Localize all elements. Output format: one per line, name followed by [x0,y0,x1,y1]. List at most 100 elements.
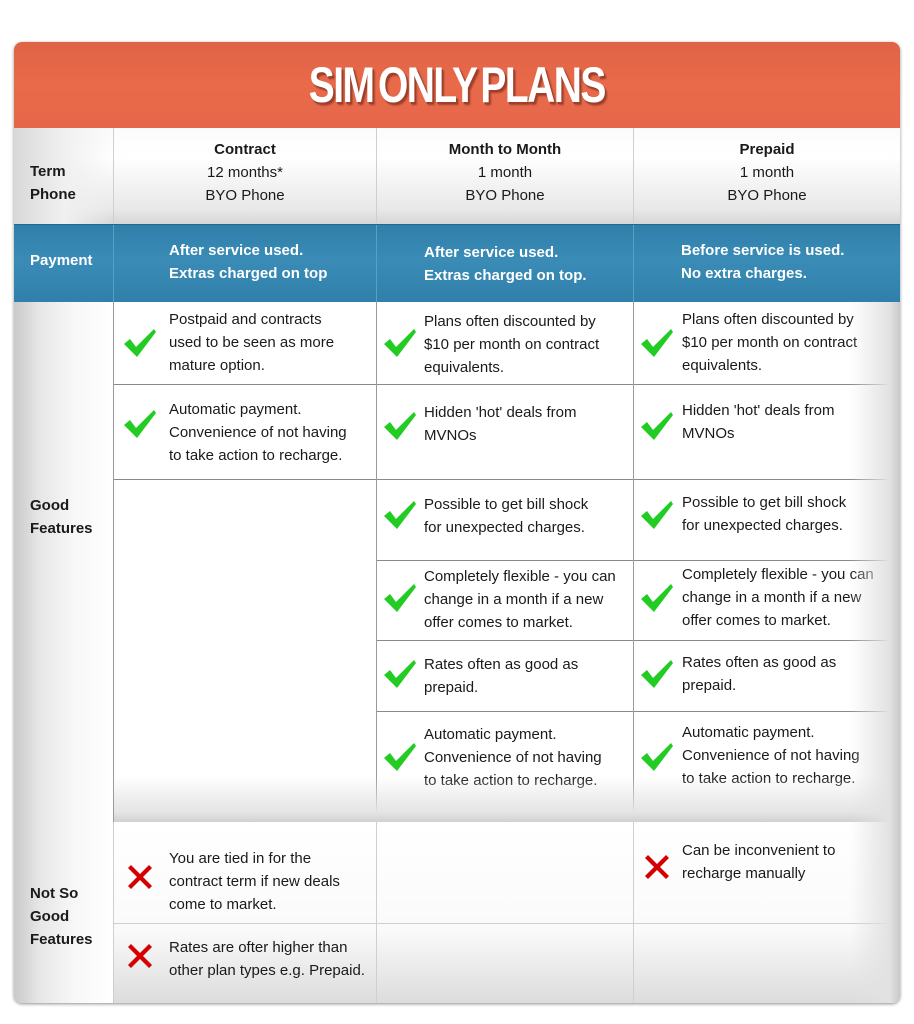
feature-text-line: to take action to recharge. [682,770,856,787]
check-icon [384,501,416,529]
feature-item: Automatic payment. Convenience of not hav… [634,712,900,822]
plan-term: 1 month [477,164,533,181]
feature-text: Rates are ofter higher than other plan ty… [169,936,370,982]
feature-item: Completely flexible - you can change in a… [634,561,900,641]
plan-name: Contract [214,141,276,158]
bad-features-month-to-month [377,822,633,1003]
feature-text-line: recharge manually [682,865,806,882]
feature-item: Automatic payment. Convenience of not hav… [377,712,633,822]
check-icon [384,584,416,612]
feature-text: Hidden 'hot' deals from MVNOs [682,399,894,445]
plan-phone: BYO Phone [727,187,807,204]
payment-prepaid: Before service is used. No extra charges… [634,225,900,303]
feature-text: Plans often discounted by $10 per month o… [424,310,627,379]
plan-name: Month to Month [448,141,562,158]
feature-text-line: equivalents. [424,359,505,376]
plan-name: Prepaid [739,141,795,158]
good-features-month-to-month: Plans often discounted by $10 per month o… [377,302,633,822]
check-icon [641,660,673,688]
feature-text-line: contract term if new deals [169,873,340,890]
plan-term: 12 months* [207,164,283,181]
header-label-cell: Term Phone [14,128,113,224]
payment-text: Extras charged on top [169,265,328,282]
feature-text-line: MVNOs [682,425,735,442]
good-features-contract: Postpaid and contracts used to be seen as… [114,302,376,822]
good-features-row: Good Features Postpaid and contracts used… [14,302,900,822]
bad-features-label-cell: Not So Good Features [14,822,113,1003]
plan-phone: BYO Phone [465,187,545,204]
check-icon [384,660,416,688]
feature-text-line: change in a month if a new [424,591,604,608]
check-icon [641,412,673,440]
good-features-prepaid: Plans often discounted by $10 per month o… [634,302,900,822]
label-line: Features [30,520,93,537]
good-features-label: Good Features [30,494,93,540]
feature-item: Postpaid and contracts used to be seen as… [114,302,376,385]
bad-features-prepaid: Can be inconvenient to recharge manually [634,822,900,1003]
feature-text-line: prepaid. [682,677,737,694]
page-title: SIM ONLY PLANS [308,57,607,113]
label-line: Features [30,931,93,948]
feature-text: Automatic payment. Convenience of not hav… [424,723,627,792]
feature-text-line: Automatic payment. [169,401,302,418]
empty-cell [377,822,633,924]
check-icon [641,329,673,357]
feature-item: Can be inconvenient to recharge manually [634,822,900,924]
payment-text: Extras charged on top. [424,267,587,284]
empty-cell [634,924,900,1003]
sim-only-plans-table: SIM ONLY PLANS Term Phone Contract 12 mo… [14,42,900,1003]
plan-header-contract: Contract 12 months* BYO Phone [114,128,376,224]
check-icon [641,501,673,529]
feature-text-line: Can be inconvenient to [682,842,836,859]
feature-text: Automatic payment. Convenience of not hav… [682,721,894,790]
payment-text: Before service is used. [681,242,845,259]
payment-contract: After service used. Extras charged on to… [114,225,376,303]
feature-text-line: prepaid. [424,679,479,696]
feature-text-line: for unexpected charges. [424,519,585,536]
check-icon [384,743,416,771]
check-icon [641,743,673,771]
label-line: Good [30,908,70,925]
feature-text-line: Automatic payment. [424,726,557,743]
feature-text-line: other plan types e.g. Prepaid. [169,962,365,979]
feature-text-line: to take action to recharge. [169,447,343,464]
feature-item: Completely flexible - you can change in a… [377,561,633,641]
feature-text-line: Plans often discounted by [424,313,596,330]
check-icon [124,329,156,357]
check-icon [384,412,416,440]
payment-month-to-month: After service used. Extras charged on to… [377,225,633,303]
payment-text: After service used. [169,242,304,259]
feature-text-line: Convenience of not having [682,747,860,764]
feature-text-line: Completely flexible - you can [424,568,616,585]
feature-item: Hidden 'hot' deals from MVNOs [634,385,900,480]
feature-text: Possible to get bill shock for unexpected… [424,493,627,539]
term-label: Term [30,163,66,180]
feature-text: Completely flexible - you can change in a… [424,565,627,634]
plan-header-row: Term Phone Contract 12 months* BYO Phone… [14,128,900,224]
phone-label: Phone [30,186,76,203]
payment-text: After service used. [424,244,559,261]
feature-text-line: equivalents. [682,357,763,374]
feature-item: Possible to get bill shock for unexpected… [377,480,633,561]
feature-text-line: MVNOs [424,427,477,444]
feature-item: Plans often discounted by $10 per month o… [634,302,900,385]
feature-text-line: change in a month if a new [682,589,862,606]
feature-text-line: to take action to recharge. [424,772,598,789]
payment-label: Payment [30,252,93,269]
feature-item: Rates are ofter higher than other plan ty… [114,924,376,1003]
title-banner: SIM ONLY PLANS [14,42,900,128]
payment-row: Payment After service used. Extras charg… [14,224,900,303]
good-features-label-cell: Good Features [14,302,113,822]
feature-text-line: $10 per month on contract [424,336,600,353]
feature-text: Rates often as good as prepaid. [424,653,627,699]
feature-text-line: offer comes to market. [682,612,831,629]
feature-text-line: Automatic payment. [682,724,815,741]
feature-text: Automatic payment. Convenience of not hav… [169,398,370,467]
feature-text-line: offer comes to market. [424,614,573,631]
feature-text: Completely flexible - you can change in a… [682,563,894,632]
feature-text-line: Hidden 'hot' deals from [424,404,577,421]
feature-item: Hidden 'hot' deals from MVNOs [377,385,633,480]
feature-text: Plans often discounted by $10 per month o… [682,308,894,377]
feature-text-line: for unexpected charges. [682,517,843,534]
feature-item: Possible to get bill shock for unexpected… [634,480,900,561]
